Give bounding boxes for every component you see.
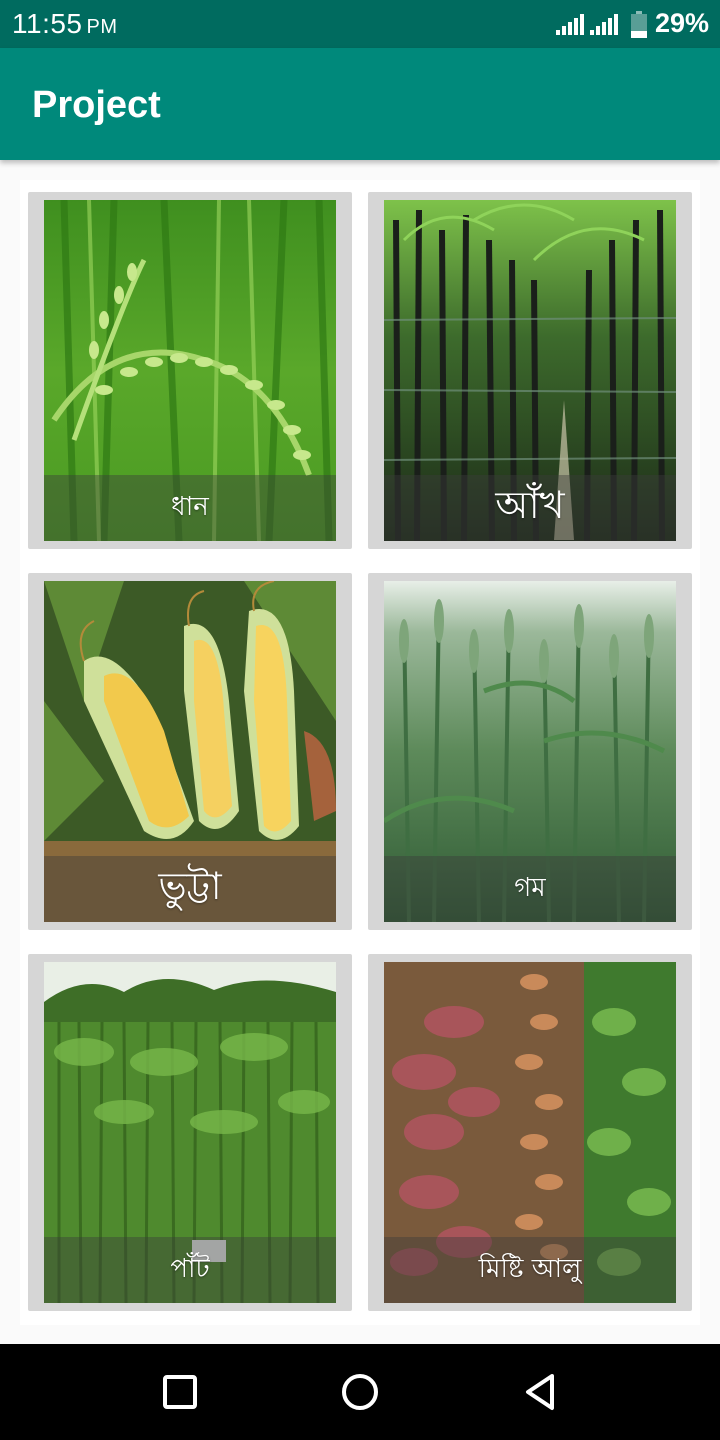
crop-tile-sugarcane[interactable]: আঁখ — [368, 192, 692, 549]
crop-label: পাঁট — [170, 1254, 210, 1284]
crop-label: ধান — [171, 492, 209, 522]
signal-icon — [556, 13, 584, 35]
battery-icon — [631, 11, 647, 38]
crop-tile-wheat[interactable]: গম — [368, 573, 692, 930]
jute-field-photo: পাঁট — [44, 962, 336, 1303]
crop-tile-sweet-potato[interactable]: মিষ্টি আলু — [368, 954, 692, 1311]
caption-bar: ধান — [44, 475, 336, 541]
crop-tile-rice[interactable]: ধান — [28, 192, 352, 549]
back-triangle-icon[interactable] — [520, 1372, 560, 1412]
content-area[interactable]: ধান আঁখ ভুট্টা গম পাঁট মিষ্টি আলু — [0, 160, 720, 1344]
crop-grid: ধান আঁখ ভুট্টা গম পাঁট মিষ্টি আলু — [20, 180, 700, 1325]
crop-label: ভুট্টা — [158, 864, 222, 908]
corn-cobs-photo: ভুট্টা — [44, 581, 336, 922]
caption-bar: গম — [384, 856, 676, 922]
battery-fill — [631, 31, 647, 38]
crop-label: মিষ্টি আলু — [478, 1254, 582, 1284]
status-bar: 11:55 PM 29% — [0, 0, 720, 48]
crop-tile-corn[interactable]: ভুট্টা — [28, 573, 352, 930]
battery-percent: 29% — [655, 8, 710, 38]
status-time-value: 11:55 — [12, 8, 83, 39]
crop-tile-jute[interactable]: পাঁট — [28, 954, 352, 1311]
sweet-potato-photo: মিষ্টি আলু — [384, 962, 676, 1303]
caption-bar: ভুট্টা — [44, 856, 336, 922]
caption-bar: আঁখ — [384, 475, 676, 541]
rice-paddy-photo: ধান — [44, 200, 336, 541]
wheat-field-photo: গম — [384, 581, 676, 922]
status-time-ampm: PM — [86, 16, 118, 38]
app-title: Project — [32, 84, 161, 126]
caption-bar: পাঁট — [44, 1237, 336, 1303]
sugarcane-field-photo: আঁখ — [384, 200, 676, 541]
signal-icon — [590, 13, 618, 35]
crop-label: আঁখ — [495, 483, 565, 527]
status-time: 11:55 PM — [12, 8, 118, 40]
app-bar: Project — [0, 48, 720, 160]
home-circle-icon[interactable] — [340, 1372, 380, 1412]
caption-bar: মিষ্টি আলু — [384, 1237, 676, 1303]
navigation-bar — [0, 1344, 720, 1440]
crop-label: গম — [514, 873, 546, 903]
recents-square-icon[interactable] — [160, 1372, 200, 1412]
